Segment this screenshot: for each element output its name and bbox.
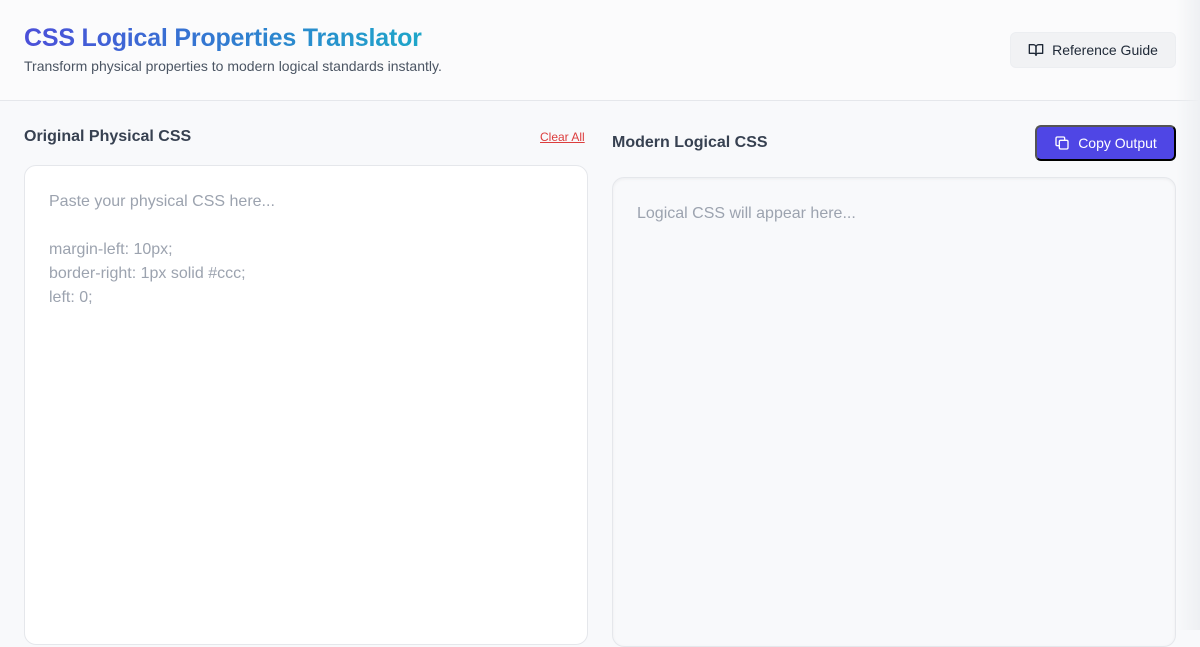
reference-guide-label: Reference Guide <box>1052 42 1158 58</box>
scrollbar-track[interactable] <box>1176 0 1200 630</box>
copy-output-button[interactable]: Copy Output <box>1035 125 1176 161</box>
physical-css-input[interactable]: Paste your physical CSS here... margin-l… <box>24 165 588 645</box>
page-title: CSS Logical Properties Translator <box>24 24 422 52</box>
copy-output-label: Copy Output <box>1078 135 1157 151</box>
copy-icon <box>1055 136 1069 150</box>
clear-all-link[interactable]: Clear All <box>540 130 585 144</box>
book-open-icon <box>1028 44 1044 56</box>
reference-guide-button[interactable]: Reference Guide <box>1010 32 1176 68</box>
app-header: CSS Logical Properties Translator Transf… <box>0 0 1200 101</box>
page-subtitle: Transform physical properties to modern … <box>24 58 442 74</box>
output-pane-title: Modern Logical CSS <box>612 134 768 151</box>
input-pane-title: Original Physical CSS <box>24 128 192 145</box>
logical-css-output[interactable]: Logical CSS will appear here... <box>612 177 1176 647</box>
